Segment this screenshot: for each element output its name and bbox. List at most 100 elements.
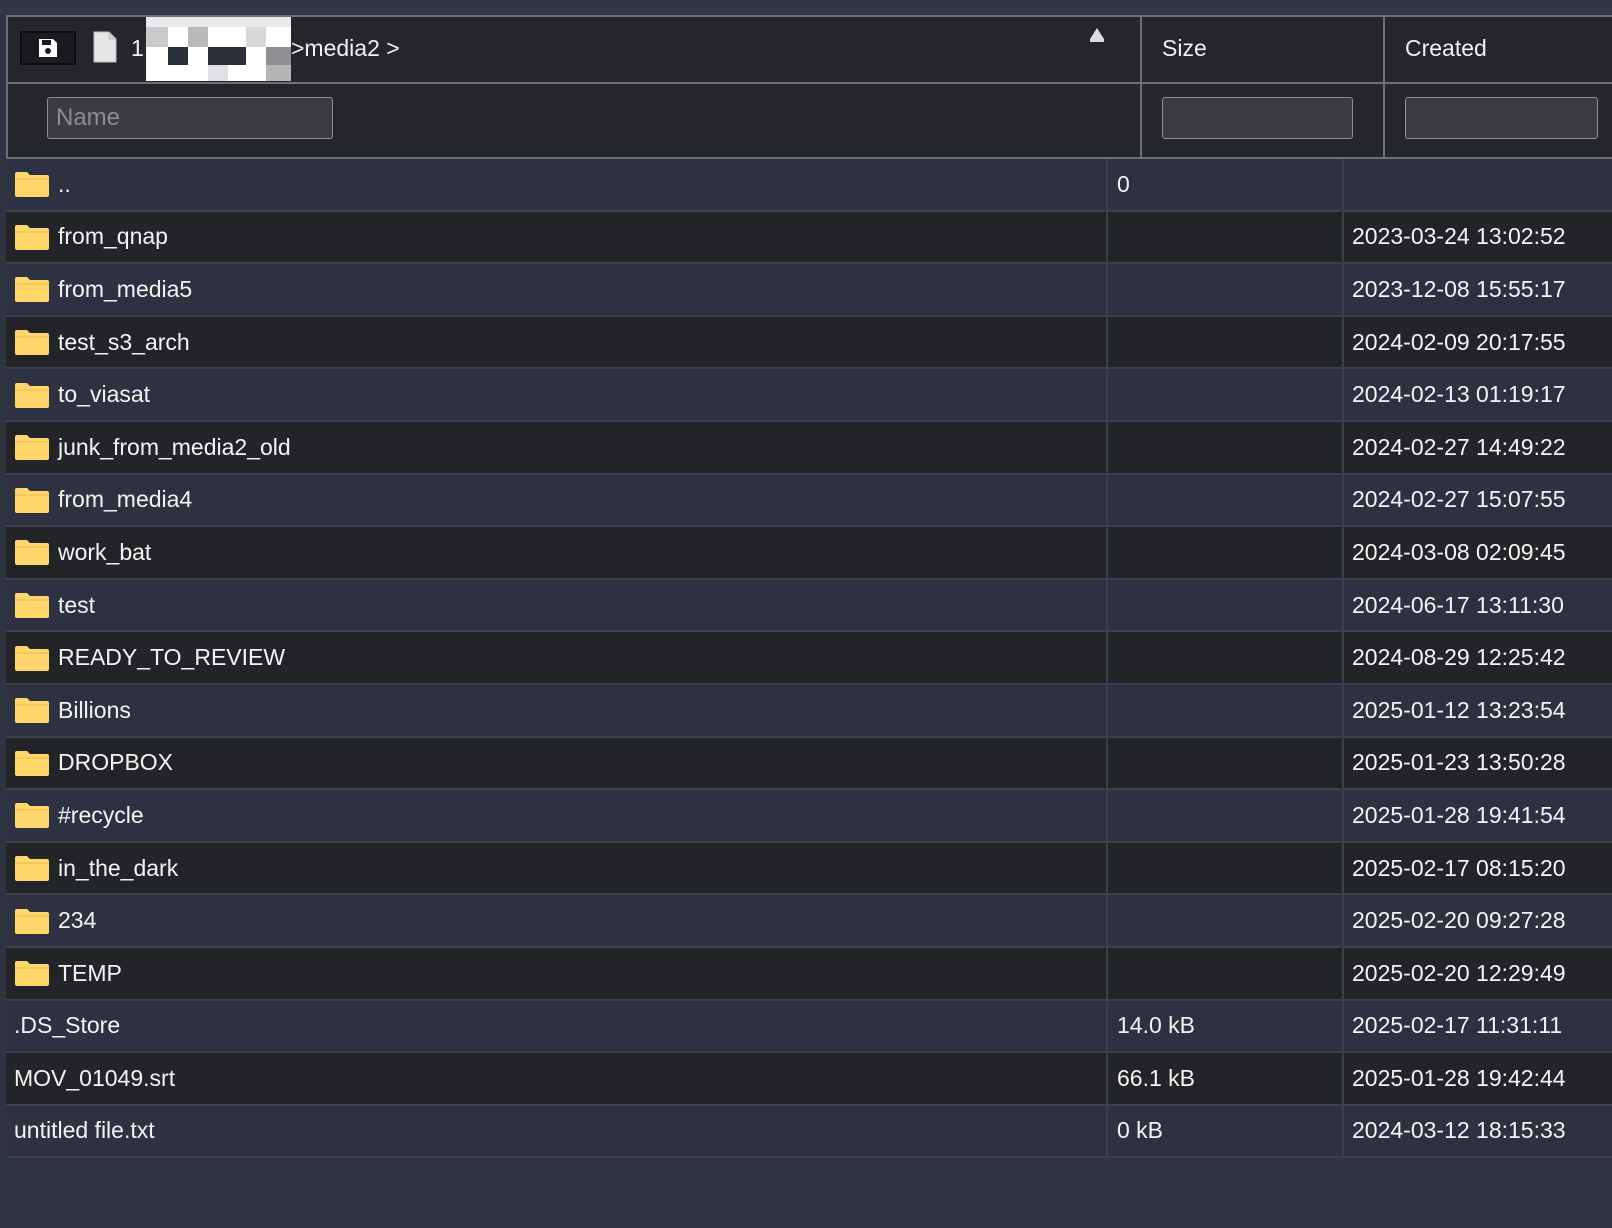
table-row[interactable]: work_bat 2024-03-08 02:09:45 — [6, 527, 1612, 580]
size-cell — [1106, 316, 1342, 368]
name-cell[interactable]: from_qnap — [6, 212, 1106, 263]
item-size: 14.0 kB — [1117, 1012, 1195, 1039]
size-cell: 66.1 kB — [1106, 1053, 1342, 1104]
table-row[interactable]: READY_TO_REVIEW 2024-08-29 12:25:42 — [6, 632, 1612, 685]
size-cell — [1106, 369, 1342, 420]
name-cell[interactable]: untitled file.txt — [6, 1106, 1106, 1157]
size-cell — [1106, 579, 1342, 631]
table-row[interactable]: .DS_Store 14.0 kB 2025-02-17 11:31:11 — [6, 1000, 1612, 1054]
table-row[interactable]: to_viasat 2024-02-13 01:19:17 — [6, 369, 1612, 422]
table-row[interactable]: #recycle 2025-01-28 19:41:54 — [6, 790, 1612, 843]
name-cell[interactable]: to_viasat — [6, 369, 1106, 420]
created-cell: 2025-01-28 19:42:44 — [1342, 1053, 1612, 1104]
item-size: 0 kB — [1117, 1117, 1164, 1144]
name-column-header[interactable]: 1 >media2 > — [8, 17, 1142, 84]
name-cell[interactable]: in_the_dark — [6, 843, 1106, 894]
name-cell[interactable]: TEMP — [6, 948, 1106, 999]
table-row[interactable]: 234 2025-02-20 09:27:28 — [6, 895, 1612, 948]
name-cell[interactable]: Billions — [6, 685, 1106, 736]
size-cell — [1106, 895, 1342, 946]
table-row[interactable]: DROPBOX 2025-01-23 13:50:28 — [6, 737, 1612, 791]
folder-icon — [15, 487, 49, 513]
item-created: 2025-02-20 12:29:49 — [1352, 959, 1566, 986]
item-name: DROPBOX — [58, 749, 174, 776]
name-cell[interactable]: #recycle — [6, 790, 1106, 841]
folder-icon — [15, 540, 49, 566]
size-filter-input[interactable] — [1162, 97, 1353, 139]
name-cell[interactable]: DROPBOX — [6, 738, 1106, 789]
table-row[interactable]: from_media4 2024-02-27 15:07:55 — [6, 474, 1612, 528]
table-row[interactable]: Billions 2025-01-12 13:23:54 — [6, 684, 1612, 738]
folder-icon — [15, 593, 49, 619]
folder-icon — [15, 277, 49, 303]
created-cell: 2024-02-13 01:19:17 — [1342, 369, 1612, 420]
table-row[interactable]: TEMP 2025-02-20 12:29:49 — [6, 947, 1612, 1001]
item-name: #recycle — [58, 801, 144, 828]
created-cell: 2024-03-12 18:15:33 — [1342, 1105, 1612, 1157]
name-cell[interactable]: junk_from_media2_old — [6, 422, 1106, 473]
created-cell: 2025-02-17 08:15:20 — [1342, 842, 1612, 894]
size-cell — [1106, 527, 1342, 578]
item-name: .. — [58, 170, 71, 197]
created-cell: 2025-02-20 09:27:28 — [1342, 895, 1612, 946]
created-cell: 2025-02-17 11:31:11 — [1342, 1000, 1612, 1052]
name-cell[interactable]: .DS_Store — [6, 1001, 1106, 1052]
item-name: from_media5 — [58, 275, 193, 302]
item-name: to_viasat — [58, 381, 151, 408]
table-row[interactable]: test 2024-06-17 13:11:30 — [6, 579, 1612, 633]
table-row[interactable]: junk_from_media2_old 2024-02-27 14:49:22 — [6, 421, 1612, 475]
size-cell — [1106, 421, 1342, 473]
name-cell[interactable]: from_media5 — [6, 264, 1106, 315]
created-column-header[interactable]: Created — [1385, 17, 1612, 84]
name-filter-input[interactable] — [47, 97, 333, 139]
size-cell — [1106, 474, 1342, 526]
table-row[interactable]: test_s3_arch 2024-02-09 20:17:55 — [6, 316, 1612, 370]
created-cell: 2024-08-29 12:25:42 — [1342, 632, 1612, 683]
item-name: test_s3_arch — [58, 328, 190, 355]
item-created: 2025-01-23 13:50:28 — [1352, 749, 1566, 776]
table-row[interactable]: in_the_dark 2025-02-17 08:15:20 — [6, 842, 1612, 896]
name-cell[interactable]: from_media4 — [6, 475, 1106, 526]
top-strip — [0, 0, 1612, 14]
name-cell[interactable]: READY_TO_REVIEW — [6, 632, 1106, 683]
created-cell: 2025-01-28 19:41:54 — [1342, 790, 1612, 841]
created-cell: 2024-02-27 14:49:22 — [1342, 421, 1612, 473]
redacted-area — [146, 17, 291, 81]
created-filter-input[interactable] — [1405, 97, 1598, 139]
created-cell: 2024-03-08 02:09:45 — [1342, 527, 1612, 578]
item-size: 66.1 kB — [1117, 1064, 1195, 1091]
table-row[interactable]: untitled file.txt 0 kB 2024-03-12 18:15:33 — [6, 1105, 1612, 1159]
item-name: in_the_dark — [58, 854, 179, 881]
folder-icon — [15, 172, 49, 198]
item-created: 2024-02-27 15:07:55 — [1352, 486, 1566, 513]
item-created: 2025-02-17 08:15:20 — [1352, 854, 1566, 881]
item-created: 2024-03-08 02:09:45 — [1352, 538, 1566, 565]
item-name: 234 — [58, 907, 97, 934]
document-icon[interactable] — [93, 31, 117, 63]
item-name: TEMP — [58, 959, 122, 986]
item-created: 2025-01-12 13:23:54 — [1352, 696, 1566, 723]
name-cell[interactable]: test — [6, 580, 1106, 631]
name-cell[interactable]: .. — [6, 159, 1106, 210]
size-filter-cell — [1142, 84, 1385, 159]
breadcrumb-root[interactable]: 1 — [131, 35, 144, 62]
name-cell[interactable]: work_bat — [6, 527, 1106, 578]
name-cell[interactable]: test_s3_arch — [6, 317, 1106, 368]
name-cell[interactable]: MOV_01049.srt — [6, 1053, 1106, 1104]
table-row[interactable]: .. 0 — [6, 159, 1612, 212]
size-column-header[interactable]: Size — [1142, 17, 1385, 84]
sort-up-icon[interactable] — [1088, 27, 1106, 43]
size-cell — [1106, 264, 1342, 315]
item-name: test — [58, 591, 96, 618]
size-cell: 14.0 kB — [1106, 1000, 1342, 1052]
table-row[interactable]: from_qnap 2023-03-24 13:02:52 — [6, 211, 1612, 265]
breadcrumb-path[interactable]: >media2 > — [291, 35, 400, 62]
name-cell[interactable]: 234 — [6, 895, 1106, 946]
size-cell — [1106, 790, 1342, 841]
table-row[interactable]: MOV_01049.srt 66.1 kB 2025-01-28 19:42:44 — [6, 1053, 1612, 1106]
created-header-label: Created — [1405, 35, 1487, 61]
size-cell: 0 — [1106, 159, 1342, 210]
folder-icon — [15, 645, 49, 671]
table-row[interactable]: from_media5 2023-12-08 15:55:17 — [6, 264, 1612, 317]
save-button[interactable] — [20, 31, 76, 65]
